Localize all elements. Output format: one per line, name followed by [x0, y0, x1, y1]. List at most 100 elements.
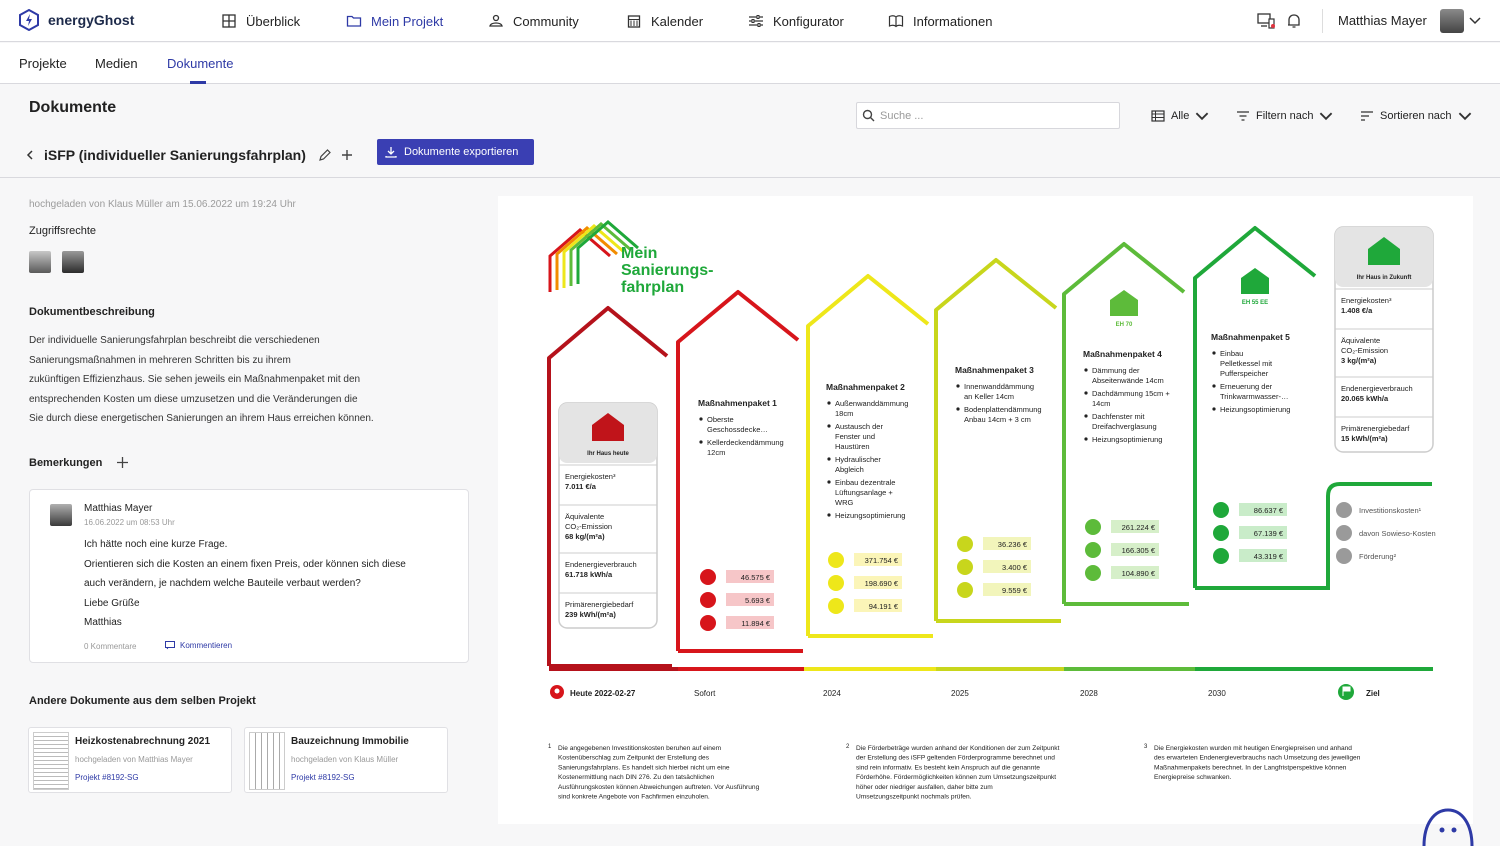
- tab-dokumente[interactable]: Dokumente: [167, 56, 233, 71]
- bell-icon[interactable]: [1287, 13, 1301, 29]
- package-item: Heizungsoptimierung: [835, 511, 905, 520]
- other-docs-heading: Andere Dokumente aus dem selben Projekt: [29, 695, 256, 707]
- package-item: Pufferspeicher: [1220, 369, 1269, 378]
- top-navbar: energyGhost Überblick Mein Projekt Commu…: [0, 0, 1500, 42]
- comment-card: Matthias Mayer 16.06.2022 um 08:53 Uhr I…: [29, 489, 469, 663]
- package-item: Bodenplattendämmung: [964, 405, 1042, 414]
- comment-line: auch verändern, je nachdem welche Bautei…: [84, 578, 361, 589]
- project-link[interactable]: Projekt #8192-SG: [75, 773, 139, 782]
- status-card-value: Energiekosten³: [1341, 296, 1392, 305]
- document-card[interactable]: Heizkostenabrechnung 2021 hochgeladen vo…: [28, 727, 232, 793]
- cost-value: 104.890 €: [1122, 569, 1156, 578]
- status-card-value: Energiekosten³: [565, 472, 616, 481]
- package-item: Heizungsoptimierung: [1092, 435, 1162, 444]
- tab-medien[interactable]: Medien: [95, 56, 138, 71]
- filter-select[interactable]: Filtern nach: [1236, 109, 1333, 123]
- efficiency-badge: EH 55 EE: [1242, 300, 1268, 306]
- timeline-segment: [804, 667, 936, 671]
- cost-icon: [700, 592, 716, 608]
- comment-icon: [165, 641, 175, 650]
- cost-value: 11.894 €: [741, 619, 770, 628]
- tab-projekte[interactable]: Projekte: [19, 56, 67, 71]
- avatar[interactable]: [29, 251, 51, 273]
- nav-ueberblick[interactable]: Überblick: [221, 13, 300, 29]
- document-card-uploader: hochgeladen von Klaus Müller: [291, 755, 399, 764]
- bullet: [956, 407, 960, 411]
- timeline-label: 2028: [1080, 689, 1098, 698]
- user-name[interactable]: Matthias Mayer: [1338, 13, 1427, 28]
- comment-line: Ich hätte noch eine kurze Frage.: [84, 539, 228, 550]
- bullet: [827, 513, 831, 517]
- package-item: Heizungsoptimierung: [1220, 405, 1290, 414]
- cost-icon: [700, 615, 716, 631]
- description-text: Der individuelle Sanierungsfahrplan besc…: [29, 331, 429, 429]
- footnote-text: Förderhöhe. Fördermöglichkeiten können z…: [856, 774, 1056, 781]
- package-item: Dachfenster mit: [1092, 412, 1145, 421]
- footnote-text: Energiepreise schwanken.: [1154, 774, 1232, 781]
- footnote-text: Kostenermittlung nach DIN 276. Zu den ta…: [558, 774, 714, 781]
- timeline-label: 2024: [823, 689, 841, 698]
- devices-icon[interactable]: [1257, 13, 1275, 29]
- plus-icon[interactable]: [340, 148, 354, 162]
- nav-community[interactable]: Community: [488, 13, 579, 29]
- comment-count: 0 Kommentare: [84, 642, 137, 651]
- status-card-value: CO₂-Emission: [565, 522, 612, 531]
- logo-text: Mein: [621, 245, 657, 262]
- package-item: Trinkwarmwasser-…: [1220, 392, 1288, 401]
- comment-author: Matthias Mayer: [84, 503, 153, 514]
- footnote-text: Ausführungskosten können Abweichungen au…: [558, 784, 760, 791]
- app-logo[interactable]: energyGhost: [18, 9, 134, 31]
- search-input[interactable]: Suche ...: [856, 102, 1120, 129]
- nav-label: Konfigurator: [773, 13, 844, 29]
- pencil-icon[interactable]: [318, 148, 332, 162]
- nav-label: Überblick: [246, 13, 301, 29]
- document-preview[interactable]: Mein Sanierungs-fahrplan Heute 2022-02-27 S…: [498, 196, 1473, 824]
- legend-label: davon Sowieso-Kosten: [1359, 529, 1436, 538]
- bullet: [1212, 384, 1216, 388]
- package-item: Abseitenwände 14cm: [1092, 376, 1164, 385]
- chevron-down-icon[interactable]: [1469, 16, 1481, 26]
- view-select[interactable]: Alle: [1151, 109, 1209, 123]
- comment-date: 16.06.2022 um 08:53 Uhr: [84, 518, 175, 527]
- nav-mein-projekt[interactable]: Mein Projekt: [346, 13, 443, 29]
- footnote-number: 2: [846, 744, 850, 750]
- export-label: Dokumente exportieren: [404, 146, 519, 158]
- package-item: Geschossdecke…: [707, 425, 768, 434]
- description-line: Der individuelle Sanierungsfahrplan besc…: [29, 335, 320, 346]
- download-icon: [385, 147, 397, 158]
- plus-icon[interactable]: [116, 456, 129, 469]
- sort-icon: [1361, 111, 1373, 121]
- package-item: Außenwanddämmung: [835, 399, 908, 408]
- cost-icon: [700, 569, 716, 585]
- bullet: [1084, 414, 1088, 418]
- cost-value: 261.224 €: [1122, 523, 1156, 532]
- cost-value: 371.754 €: [865, 556, 899, 565]
- page-header: Dokumente Suche ... Alle Filtern nach So…: [0, 85, 1500, 178]
- avatar[interactable]: [62, 251, 84, 273]
- cost-icon: [1085, 542, 1101, 558]
- sort-select[interactable]: Sortieren nach: [1360, 109, 1472, 123]
- ghost-mascot-icon[interactable]: [1420, 806, 1480, 846]
- access-label: Zugriffsrechte: [29, 225, 97, 237]
- project-link[interactable]: Projekt #8192-SG: [291, 773, 355, 782]
- package-item: 18cm: [835, 409, 853, 418]
- avatar[interactable]: [1440, 9, 1464, 33]
- nav-kalender[interactable]: Kalender: [626, 13, 703, 29]
- nav-konfigurator[interactable]: Konfigurator: [748, 13, 844, 29]
- cost-value: 166.305 €: [1122, 546, 1156, 555]
- bullet: [827, 401, 831, 405]
- document-card[interactable]: Bauzeichnung Immobilie hochgeladen von K…: [244, 727, 448, 793]
- reply-button[interactable]: Kommentieren: [165, 641, 232, 650]
- footnote-text: sind konkrete Angebote von Fachfirmen ei…: [558, 794, 710, 801]
- package-title: Maßnahmenpaket 3: [955, 365, 1034, 375]
- cost-icon: [828, 598, 844, 614]
- divider: [1322, 9, 1323, 33]
- document-title: iSFP (individueller Sanierungsfahrplan): [44, 147, 306, 163]
- export-button[interactable]: Dokumente exportieren: [377, 139, 534, 165]
- filter-icon: [1237, 111, 1249, 121]
- chevron-left-icon[interactable]: [24, 149, 36, 161]
- nav-label: Informationen: [913, 13, 993, 29]
- bullet: [956, 384, 960, 388]
- status-card-value: 3 kg/(m²a): [1341, 356, 1377, 365]
- nav-informationen[interactable]: Informationen: [888, 13, 993, 29]
